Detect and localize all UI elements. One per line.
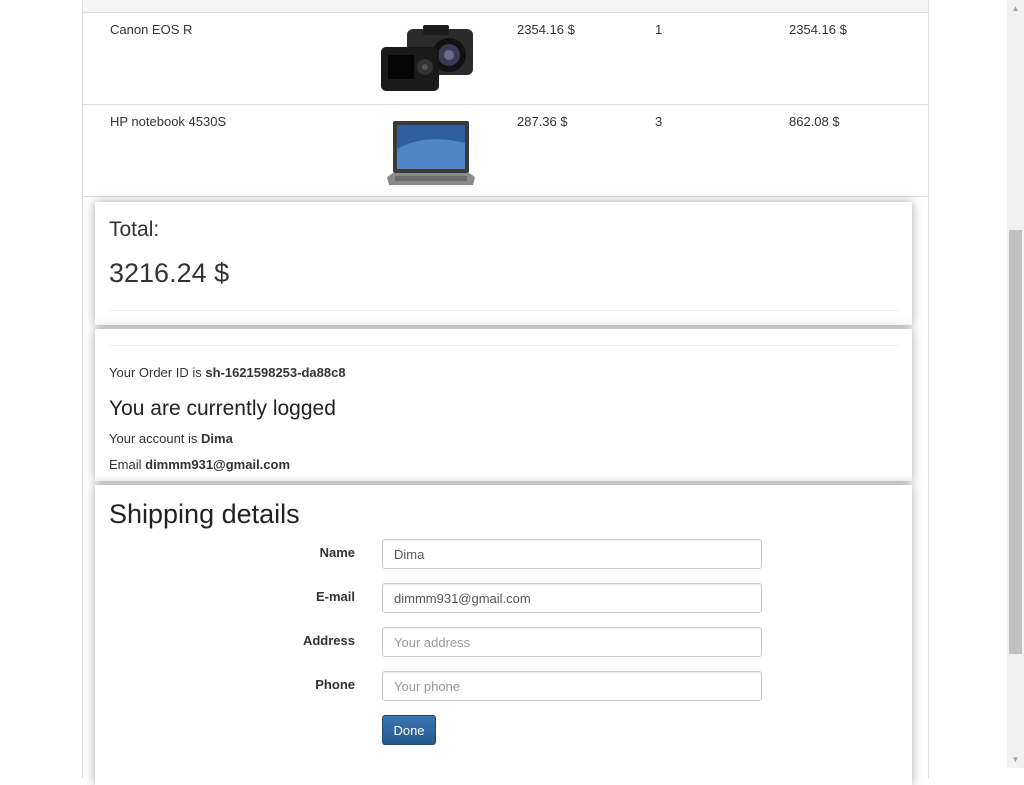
address-field[interactable] bbox=[382, 627, 762, 657]
product-price: 287.36 $ bbox=[517, 114, 568, 129]
order-id-prefix: Your Order ID is bbox=[109, 365, 206, 380]
logged-title: You are currently logged bbox=[109, 397, 336, 420]
done-button[interactable]: Done bbox=[382, 715, 436, 745]
product-quantity: 3 bbox=[655, 114, 663, 129]
table-row: HP notebook 4530S 287.36 $ 3 862.08 $ bbox=[83, 105, 928, 197]
scroll-up-arrow-icon[interactable]: ▲ bbox=[1007, 0, 1024, 17]
email-label: E-mail bbox=[315, 589, 355, 604]
scrollbar-thumb[interactable] bbox=[1009, 230, 1022, 654]
account-name: Dima bbox=[201, 431, 233, 446]
product-sum: 2354.16 $ bbox=[789, 22, 847, 37]
order-info-panel: Your Order ID is sh-1621598253-da88c8 Yo… bbox=[95, 329, 912, 481]
email-field[interactable] bbox=[382, 583, 762, 613]
camera-image bbox=[379, 23, 477, 98]
name-field[interactable] bbox=[382, 539, 762, 569]
divider bbox=[109, 310, 898, 311]
account-line: Your account is Dima bbox=[109, 431, 233, 446]
account-prefix: Your account is bbox=[109, 431, 202, 446]
product-price: 2354.16 $ bbox=[517, 22, 575, 37]
shipping-panel: Shipping details Name E-mail Address Pho… bbox=[95, 485, 912, 785]
cart-table-header bbox=[83, 0, 928, 13]
total-value: 3216.24 $ bbox=[109, 258, 230, 288]
address-label: Address bbox=[302, 633, 355, 648]
product-name: HP notebook 4530S bbox=[110, 114, 227, 129]
table-row: Canon EOS R 2354.16 $ 1 2354.16 $ bbox=[83, 13, 928, 105]
total-panel: Total: 3216.24 $ bbox=[95, 202, 912, 325]
name-label: Name bbox=[319, 545, 355, 560]
laptop-image bbox=[385, 119, 477, 194]
divider bbox=[109, 345, 898, 346]
phone-label: Phone bbox=[315, 677, 355, 692]
total-label: Total: bbox=[109, 218, 160, 241]
vertical-scrollbar[interactable]: ▲ ▼ bbox=[1007, 0, 1024, 768]
product-sum: 862.08 $ bbox=[789, 114, 840, 129]
product-name: Canon EOS R bbox=[110, 22, 193, 37]
order-id: sh-1621598253-da88c8 bbox=[205, 365, 346, 380]
email-line: Email dimmm931@gmail.com bbox=[109, 457, 290, 472]
email-prefix: Email bbox=[109, 457, 146, 472]
scroll-down-arrow-icon[interactable]: ▼ bbox=[1007, 751, 1024, 768]
account-email: dimmm931@gmail.com bbox=[145, 457, 291, 472]
phone-field[interactable] bbox=[382, 671, 762, 701]
product-quantity: 1 bbox=[655, 22, 663, 37]
shipping-title: Shipping details bbox=[109, 499, 300, 529]
page-content: Canon EOS R 2354.16 $ 1 2354.16 $ HP not… bbox=[82, 0, 929, 785]
order-id-line: Your Order ID is sh-1621598253-da88c8 bbox=[109, 365, 346, 380]
cart-table: Canon EOS R 2354.16 $ 1 2354.16 $ HP not… bbox=[83, 0, 928, 197]
